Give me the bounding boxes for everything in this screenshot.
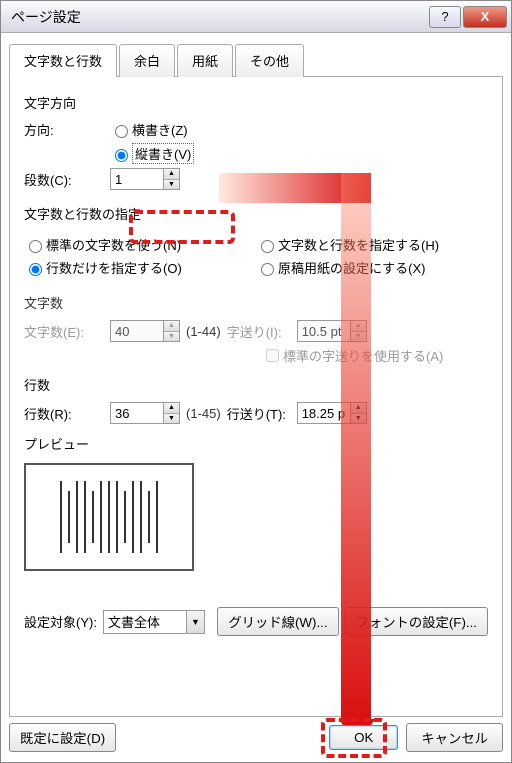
cancel-button[interactable]: キャンセル	[406, 723, 503, 752]
chevron-down-icon[interactable]: ▼	[186, 611, 204, 633]
tab-paper[interactable]: 用紙	[177, 44, 233, 77]
section-chars: 文字数	[24, 293, 488, 312]
select-apply-to[interactable]: ▼	[103, 610, 205, 634]
line-range: (1-45)	[186, 406, 221, 421]
radio-std-chars-label: 標準の文字数を使う(N)	[46, 235, 181, 254]
radio-lines-only[interactable]	[29, 263, 42, 276]
label-char-count: 文字数(E):	[24, 322, 110, 341]
spin-down-icon[interactable]: ▼	[164, 414, 179, 424]
radio-genkou[interactable]	[261, 263, 274, 276]
check-std-pitch-label: 標準の字送りを使用する(A)	[283, 346, 443, 365]
ok-button[interactable]: OK	[329, 725, 398, 750]
spinner-columns[interactable]: ▲▼	[110, 168, 180, 190]
section-preview: プレビュー	[24, 434, 488, 453]
tab-strip: 文字数と行数 余白 用紙 その他	[9, 43, 503, 77]
tab-chars-lines[interactable]: 文字数と行数	[9, 44, 117, 77]
section-spec: 文字数と行数の指定	[24, 204, 488, 223]
radio-horizontal[interactable]	[115, 125, 128, 138]
input-line-count[interactable]	[111, 403, 163, 423]
input-apply-to[interactable]	[104, 614, 186, 629]
radio-vertical-label: 縦書き(V)	[132, 143, 194, 164]
spinner-line-count[interactable]: ▲▼	[110, 402, 180, 424]
tab-margins[interactable]: 余白	[119, 44, 175, 77]
radio-std-chars[interactable]	[29, 240, 42, 253]
label-apply-to: 設定対象(Y):	[24, 612, 97, 631]
label-columns: 段数(C):	[24, 170, 110, 189]
spin-down-icon[interactable]: ▼	[351, 414, 366, 424]
radio-chars-lines-label: 文字数と行数を指定する(H)	[278, 235, 439, 254]
check-std-pitch	[266, 349, 279, 362]
section-lines: 行数	[24, 375, 488, 394]
label-direction: 方向:	[24, 120, 110, 139]
section-direction: 文字方向	[24, 93, 488, 112]
font-settings-button[interactable]: フォントの設定(F)...	[345, 607, 488, 636]
spin-up-icon[interactable]: ▲	[351, 403, 366, 414]
preview-area	[24, 463, 194, 571]
char-range: (1-44)	[186, 324, 221, 339]
spinner-char-pitch: ▲▼	[297, 320, 367, 342]
help-button[interactable]: ?	[429, 6, 461, 28]
spinner-char-count: ▲▼	[110, 320, 180, 342]
set-default-button[interactable]: 既定に設定(D)	[9, 723, 116, 752]
radio-genkou-label: 原稿用紙の設定にする(X)	[278, 258, 425, 277]
input-line-pitch[interactable]	[298, 403, 350, 423]
radio-horizontal-label: 横書き(Z)	[132, 120, 188, 139]
input-char-count	[111, 321, 163, 341]
spin-down-icon[interactable]: ▼	[164, 180, 179, 190]
label-char-pitch: 字送り(I):	[227, 322, 297, 341]
label-line-pitch: 行送り(T):	[227, 404, 297, 423]
window-title: ページ設定	[11, 7, 427, 27]
label-line-count: 行数(R):	[24, 404, 110, 423]
spin-up-icon[interactable]: ▲	[164, 169, 179, 180]
close-button[interactable]: X	[463, 6, 507, 28]
radio-lines-only-label: 行数だけを指定する(O)	[46, 258, 182, 277]
radio-vertical[interactable]	[115, 149, 128, 162]
radio-chars-lines[interactable]	[261, 240, 274, 253]
spinner-line-pitch[interactable]: ▲▼	[297, 402, 367, 424]
input-char-pitch	[298, 321, 350, 341]
grid-lines-button[interactable]: グリッド線(W)...	[217, 607, 338, 636]
tab-other[interactable]: その他	[235, 44, 304, 77]
input-columns[interactable]	[111, 169, 163, 189]
spin-up-icon[interactable]: ▲	[164, 403, 179, 414]
